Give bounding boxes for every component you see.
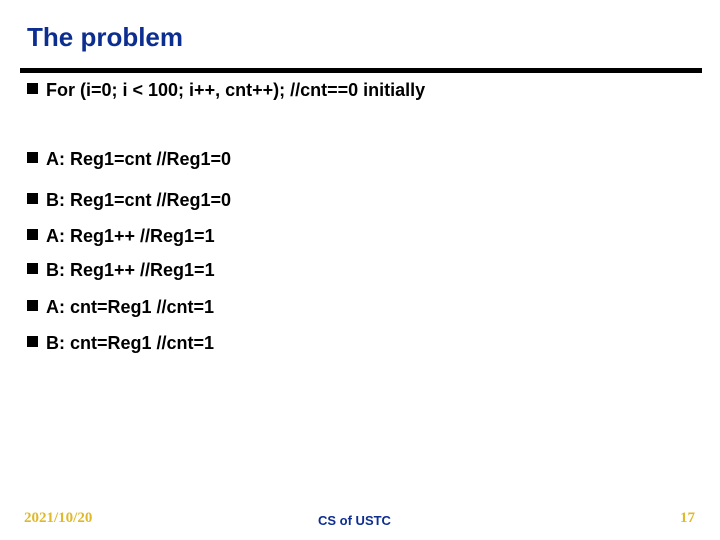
bullet-text: B: Reg1=cnt //Reg1=0 [46, 190, 232, 210]
bullet-item: A: Reg1=cnt //Reg1=0 [27, 147, 231, 171]
square-bullet-icon [27, 83, 38, 94]
bullet-item: B: Reg1++ //Reg1=1 [27, 258, 215, 282]
bullet-text: A: Reg1++ //Reg1=1 [46, 226, 215, 246]
bullet-item: B: Reg1=cnt //Reg1=0 [27, 188, 231, 212]
square-bullet-icon [27, 336, 38, 347]
bullet-text: For (i=0; i < 100; i++, cnt++); //cnt==0… [46, 80, 426, 100]
bullet-item: For (i=0; i < 100; i++, cnt++); //cnt==0… [27, 78, 425, 102]
title-divider [20, 68, 702, 73]
bullet-item: A: Reg1++ //Reg1=1 [27, 224, 215, 248]
square-bullet-icon [27, 193, 38, 204]
square-bullet-icon [27, 152, 38, 163]
bullet-item: B: cnt=Reg1 //cnt=1 [27, 331, 214, 355]
footer-date: 2021/10/20 [24, 510, 93, 526]
bullet-text: B: cnt=Reg1 //cnt=1 [46, 333, 215, 353]
footer-organization: CS of USTC [318, 513, 391, 528]
slide: The problem For (i=0; i < 100; i++, cnt+… [0, 0, 720, 540]
bullet-item: A: cnt=Reg1 //cnt=1 [27, 295, 214, 319]
square-bullet-icon [27, 300, 38, 311]
bullet-text: A: cnt=Reg1 //cnt=1 [46, 297, 215, 317]
bullet-text: A: Reg1=cnt //Reg1=0 [46, 149, 232, 169]
bullet-text: B: Reg1++ //Reg1=1 [46, 260, 215, 280]
square-bullet-icon [27, 263, 38, 274]
square-bullet-icon [27, 229, 38, 240]
page-number: 17 [680, 510, 695, 526]
slide-title: The problem [27, 22, 184, 52]
